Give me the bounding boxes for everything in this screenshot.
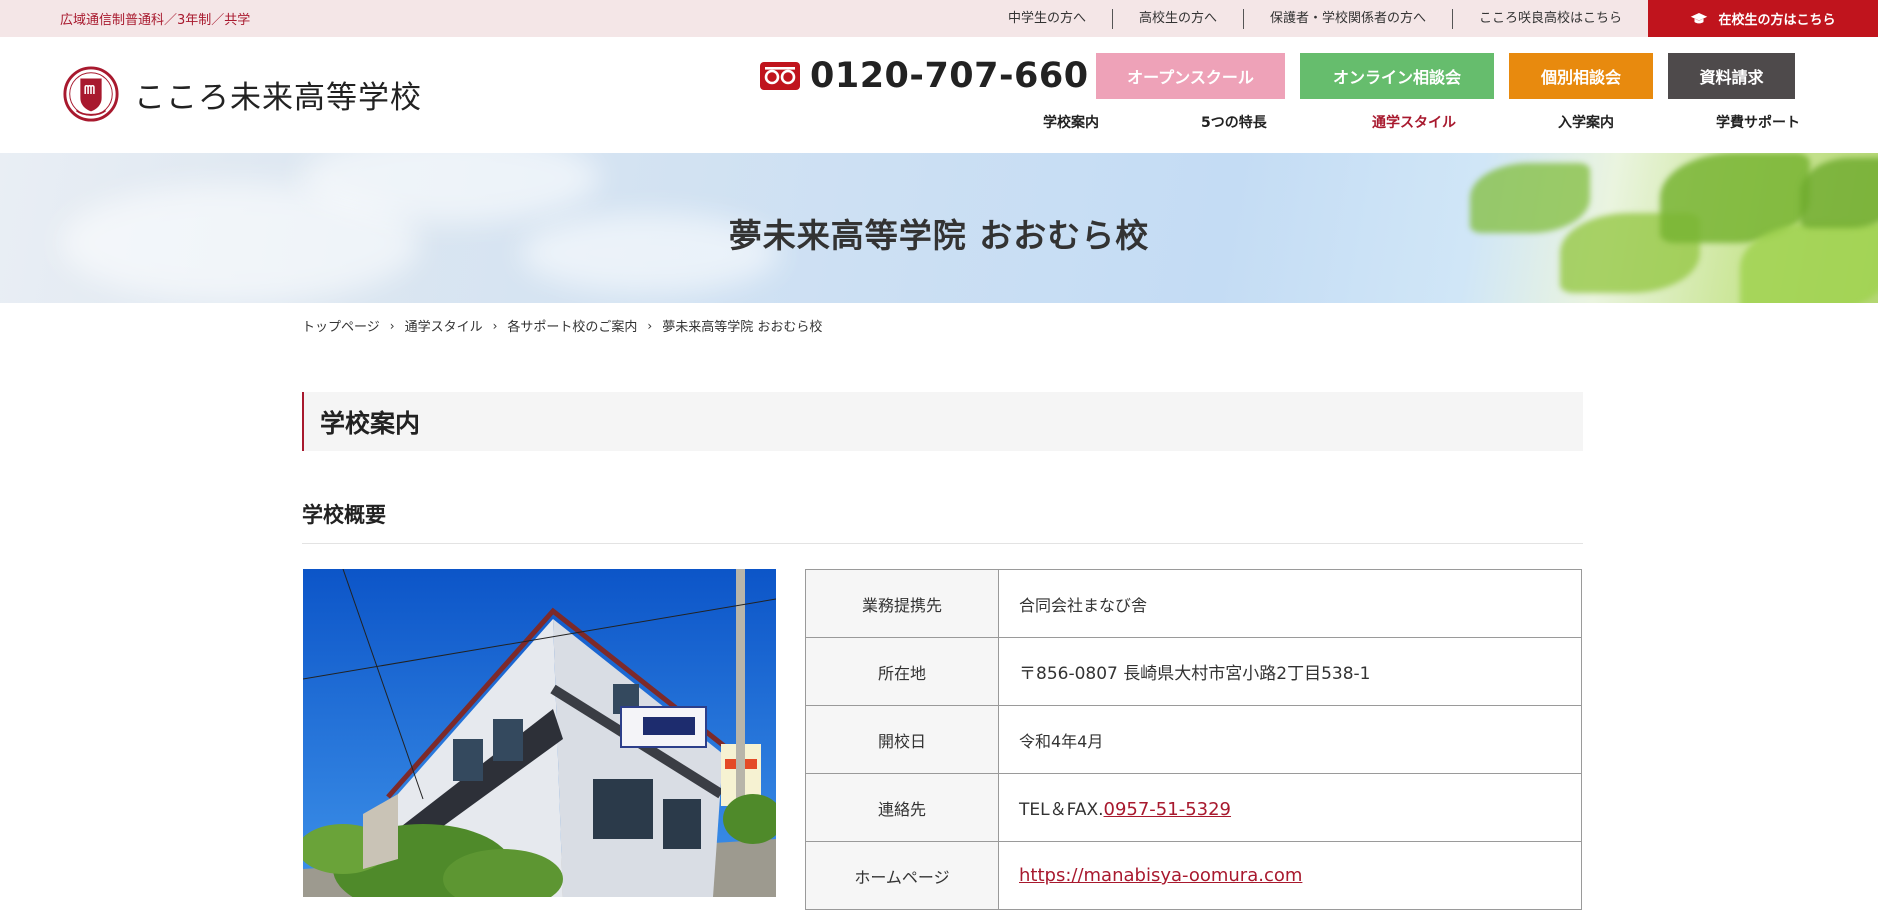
phone-number: 0120-707-660 (810, 56, 1089, 96)
current-students-button[interactable]: 在校生の方はこちら (1648, 0, 1878, 37)
row-label-address: 所在地 (805, 637, 999, 706)
page-hero-banner: 夢未来高等学院 おおむら校 (0, 153, 1878, 303)
school-tagline: 広域通信制普通科／3年制／共学 (60, 13, 251, 28)
nav-five-features[interactable]: 5つの特長 (1201, 112, 1267, 132)
section-subtitle: 学校概要 (302, 499, 1583, 544)
link-sister-school[interactable]: こころ咲良高校はこちら (1451, 8, 1648, 29)
chevron-right-icon: › (389, 318, 395, 333)
school-name: こころ未来高等学校 (134, 79, 422, 116)
free-dial-icon (760, 62, 800, 90)
breadcrumb: トップページ › 通学スタイル › 各サポート校のご案内 › 夢未来高等学院 お… (302, 316, 823, 336)
site-logo[interactable]: こころ未来高等学校 (62, 65, 422, 123)
row-value-partner: 合同会社まなび舎 (998, 569, 1582, 638)
table-row: 開校日 令和4年4月 (805, 705, 1582, 774)
breadcrumb-home[interactable]: トップページ (302, 316, 380, 335)
row-label-contact: 連絡先 (805, 773, 999, 842)
free-dial-phone[interactable]: 0120-707-660 (760, 56, 1089, 96)
table-row: 業務提携先 合同会社まなび舎 (805, 569, 1582, 638)
row-value-homepage-cell: https://manabisya-oomura.com (998, 841, 1582, 910)
breadcrumb-attendance-style[interactable]: 通学スタイル (405, 316, 483, 335)
row-label-partner: 業務提携先 (805, 569, 999, 638)
open-school-button[interactable]: オープンスクール (1096, 53, 1285, 99)
school-overview-table: 業務提携先 合同会社まなび舎 所在地 〒856-0807 長崎県大村市宮小路2丁… (805, 569, 1582, 910)
link-high-school[interactable]: 高校生の方へ (1111, 8, 1243, 29)
row-label-homepage: ホームページ (805, 841, 999, 910)
row-value-opening-date: 令和4年4月 (998, 705, 1582, 774)
online-consultation-button[interactable]: オンライン相談会 (1300, 53, 1494, 99)
chevron-right-icon: › (647, 318, 653, 333)
contact-prefix: TEL＆FAX. (1019, 800, 1104, 820)
nav-attendance-style[interactable]: 通学スタイル (1372, 112, 1456, 132)
page-title: 夢未来高等学院 おおむら校 (728, 216, 1150, 255)
table-row: ホームページ https://manabisya-oomura.com (805, 841, 1582, 910)
homepage-link[interactable]: https://manabisya-oomura.com (1019, 865, 1302, 886)
row-value-address: 〒856-0807 長崎県大村市宮小路2丁目538-1 (1019, 664, 1371, 684)
table-row: 連絡先 TEL＆FAX.0957-51-5329 (805, 773, 1582, 842)
link-junior-high[interactable]: 中学生の方へ (982, 9, 1112, 29)
row-value-address-cell: 〒856-0807 長崎県大村市宮小路2丁目538-1 (998, 637, 1582, 706)
row-label-opening-date: 開校日 (805, 705, 999, 774)
school-emblem-icon (63, 66, 119, 122)
link-parents[interactable]: 保護者・学校関係者の方へ (1242, 8, 1452, 29)
row-value-contact-cell: TEL＆FAX.0957-51-5329 (998, 773, 1582, 842)
individual-consultation-button[interactable]: 個別相談会 (1509, 53, 1653, 99)
chevron-right-icon: › (492, 318, 498, 333)
phone-link[interactable]: 0957-51-5329 (1104, 799, 1232, 820)
breadcrumb-current: 夢未来高等学院 おおむら校 (662, 320, 823, 335)
nav-tuition-support[interactable]: 学費サポート (1716, 112, 1800, 132)
top-utility-bar: 広域通信制普通科／3年制／共学 中学生の方へ 高校生の方へ 保護者・学校関係者の… (0, 0, 1878, 37)
section-title: 学校案内 (302, 392, 1583, 451)
request-documents-button[interactable]: 資料請求 (1668, 53, 1795, 99)
current-students-label: 在校生の方はこちら (1718, 13, 1836, 28)
breadcrumb-support-schools[interactable]: 各サポート校のご案内 (507, 316, 637, 335)
table-row: 所在地 〒856-0807 長崎県大村市宮小路2丁目538-1 (805, 637, 1582, 706)
nav-admissions[interactable]: 入学案内 (1558, 112, 1614, 132)
nav-school-info[interactable]: 学校案内 (1043, 112, 1099, 132)
graduation-cap-icon (1691, 12, 1708, 23)
audience-nav: 中学生の方へ 高校生の方へ 保護者・学校関係者の方へ こころ咲良高校はこちら (982, 0, 1648, 37)
main-nav: 学校案内 5つの特長 通学スタイル 入学案内 学費サポート (1010, 112, 1830, 132)
school-building-photo (303, 569, 776, 897)
